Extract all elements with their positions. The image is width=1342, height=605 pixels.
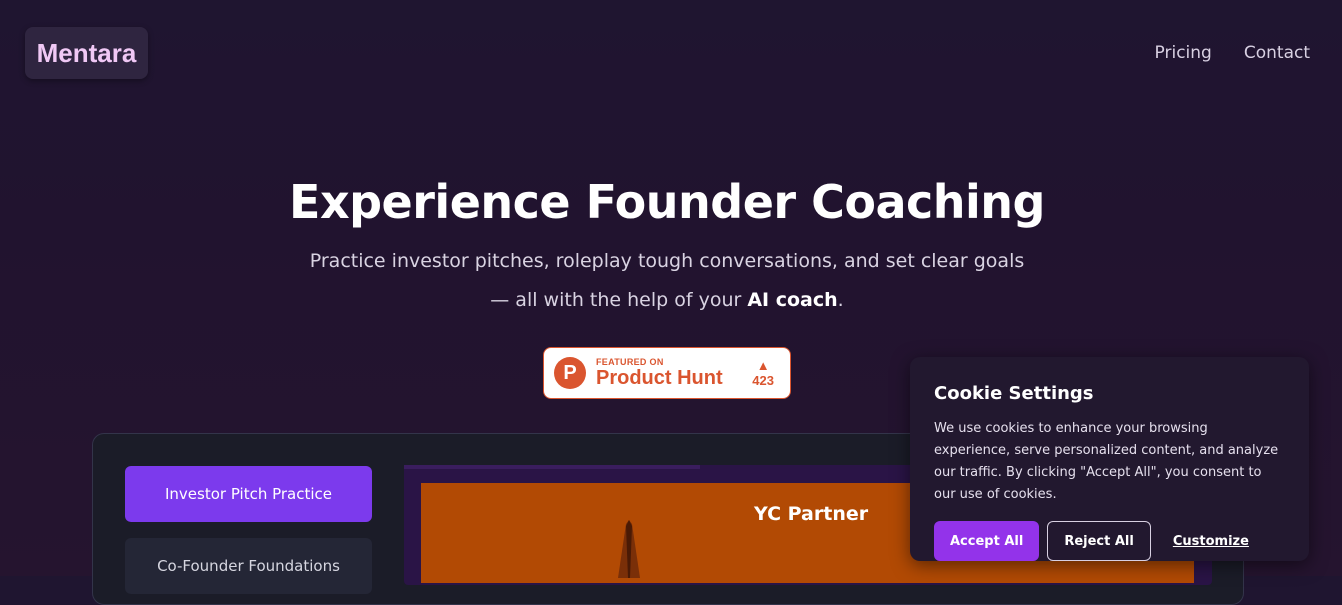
product-hunt-text: FEATURED ON Product Hunt xyxy=(596,357,723,389)
product-hunt-name: Product Hunt xyxy=(596,367,723,389)
nav-link-contact[interactable]: Contact xyxy=(1244,43,1310,63)
sidebar-item-co-founder[interactable]: Co-Founder Foundations xyxy=(125,538,372,594)
hero-subtitle-end: . xyxy=(837,289,844,311)
hero-subtitle: Practice investor pitches, roleplay toug… xyxy=(300,242,1034,320)
product-hunt-featured-label: FEATURED ON xyxy=(596,357,664,367)
reject-all-button[interactable]: Reject All xyxy=(1047,521,1151,561)
accept-all-button[interactable]: Accept All xyxy=(934,521,1040,561)
nav-link-pricing[interactable]: Pricing xyxy=(1155,43,1212,63)
sidebar-item-investor-pitch[interactable]: Investor Pitch Practice xyxy=(125,466,372,522)
video-title: YC Partner xyxy=(754,503,869,525)
product-hunt-badge[interactable]: P FEATURED ON Product Hunt ▲ 423 xyxy=(543,347,791,399)
hero-title: Experience Founder Coaching xyxy=(289,175,1045,229)
hero-subtitle-emphasis: AI coach xyxy=(747,289,838,311)
brand-logo[interactable]: Mentara xyxy=(25,27,148,79)
customize-link[interactable]: Customize xyxy=(1167,533,1255,550)
product-hunt-votes: ▲ 423 xyxy=(752,357,774,388)
cookie-body: We use cookies to enhance your browsing … xyxy=(934,421,1279,502)
hero-subtitle-text: Practice investor pitches, roleplay toug… xyxy=(309,250,1025,311)
cookie-banner: Cookie Settings We use cookies to enhanc… xyxy=(910,357,1309,561)
cookie-title: Cookie Settings xyxy=(934,383,1094,404)
top-nav: Pricing Contact xyxy=(1155,43,1310,63)
vote-count: 423 xyxy=(752,372,774,388)
cookie-actions: Accept All Reject All Customize xyxy=(934,521,1285,561)
video-progress-bar[interactable] xyxy=(404,465,700,469)
upvote-icon: ▲ xyxy=(756,357,770,373)
audio-waveform-icon xyxy=(618,520,640,578)
product-hunt-icon: P xyxy=(554,357,586,389)
